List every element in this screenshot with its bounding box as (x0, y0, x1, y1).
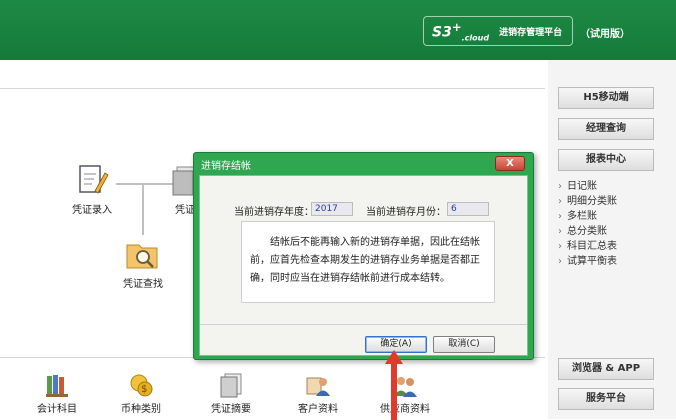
chevron-right-icon: › (558, 181, 562, 192)
report-item-journal[interactable]: › 日记账 (558, 179, 617, 194)
month-field[interactable]: 6 (447, 202, 489, 216)
chevron-right-icon: › (558, 241, 562, 252)
brand-title: 进销存管理平台 (499, 27, 563, 38)
browser-app-button[interactable]: 浏览器 & APP (558, 358, 654, 380)
report-center-button[interactable]: 报表中心 (558, 149, 654, 171)
top-header: S3+.cloud 进销存管理平台 （试用版） (0, 0, 676, 60)
coins-icon: $ (130, 374, 153, 397)
brand-logo: S3+.cloud (432, 19, 490, 43)
bottom-toolbar: 会计科目 $ 币种类别 凭证摘要 客户资料 供应商资料 (0, 358, 545, 419)
service-platform-button[interactable]: 服务平台 (558, 388, 654, 410)
brand-logo-box: S3+.cloud 进销存管理平台 (423, 16, 573, 46)
voucher-partial-label: 凭证 (175, 205, 195, 216)
tool-voucher-summary[interactable]: 凭证摘要 (196, 372, 266, 415)
month-label: 当前进销存月份： (366, 207, 446, 218)
red-pointer-arrow (385, 350, 403, 420)
customer-icon (306, 377, 330, 396)
chevron-right-icon: › (558, 196, 562, 207)
report-item-multi-column[interactable]: › 多栏账 (558, 209, 617, 224)
books-icon (46, 375, 68, 397)
voucher-entry-label: 凭证录入 (72, 205, 112, 216)
report-item-detail-ledger[interactable]: › 明细分类账 (558, 194, 617, 209)
h5-mobile-button[interactable]: H5移动端 (558, 87, 654, 109)
dialog-divider (200, 324, 527, 325)
year-field[interactable]: 2017 (311, 202, 353, 216)
svg-text:$: $ (141, 384, 147, 395)
voucher-search-label: 凭证查找 (123, 279, 163, 290)
flow-voucher-search[interactable]: 凭证查找 (118, 239, 168, 290)
chevron-right-icon: › (558, 226, 562, 237)
flow-connector (142, 185, 144, 235)
close-button[interactable]: X (495, 156, 525, 171)
report-list: › 日记账 › 明细分类账 › 多栏账 › 总分类账 › 科目汇总表 › 试算平衡表 (558, 179, 617, 269)
edition-label: （试用版） (580, 29, 630, 40)
cancel-button[interactable]: 取消(C) (433, 336, 495, 353)
voucher-search-icon (126, 244, 158, 269)
report-item-general-ledger[interactable]: › 总分类账 (558, 224, 617, 239)
dialog-body: 当前进销存年度： 2017 当前进销存月份： 6 结帐后不能再输入新的进销存单据… (199, 175, 528, 356)
tool-supplier-data[interactable]: 供应商资料 (370, 372, 440, 415)
voucher-entry-icon (79, 165, 109, 194)
tool-currency-types[interactable]: $ 币种类别 (106, 372, 176, 415)
dialog-title: 进销存结帐 (201, 161, 251, 172)
closing-dialog: 进销存结帐 X 当前进销存年度： 2017 当前进销存月份： 6 结帐后不能再输… (193, 152, 534, 360)
flow-voucher-entry[interactable]: 凭证录入 (68, 163, 116, 216)
manager-query-button[interactable]: 经理查询 (558, 118, 654, 140)
flow-connector (116, 183, 178, 185)
report-item-trial-balance[interactable]: › 试算平衡表 (558, 254, 617, 269)
report-item-account-summary[interactable]: › 科目汇总表 (558, 239, 617, 254)
chevron-right-icon: › (558, 211, 562, 222)
tool-account-subjects[interactable]: 会计科目 (22, 372, 92, 415)
right-sidebar: H5移动端 经理查询 报表中心 › 日记账 › 明细分类账 › 多栏账 › 总分类账 ›… (548, 60, 676, 419)
closing-notice: 结帐后不能再输入新的进销存单据，因此在结帐前，应首先检查本期发生的进销存业务单据… (241, 221, 495, 303)
documents-icon (220, 373, 242, 398)
chevron-right-icon: › (558, 256, 562, 267)
tool-customer-data[interactable]: 客户资料 (283, 372, 353, 415)
year-label: 当前进销存年度： (234, 207, 314, 218)
